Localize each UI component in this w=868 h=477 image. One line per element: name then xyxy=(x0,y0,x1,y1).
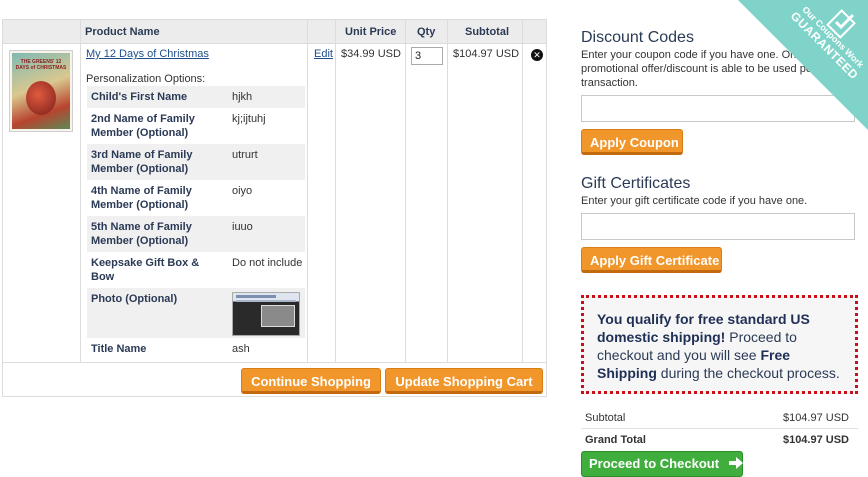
option-row: Keepsake Gift Box & Bow Do not include xyxy=(87,252,305,288)
option-label: 2nd Name of Family Member (Optional) xyxy=(91,113,195,139)
option-row: 4th Name of Family Member (Optional) oiy… xyxy=(87,180,305,216)
column-divider xyxy=(522,20,523,362)
grand-total-label: Grand Total xyxy=(585,434,646,446)
proceed-to-checkout-button[interactable]: Proceed to Checkout xyxy=(581,451,743,477)
product-title-link[interactable]: My 12 Days of Christmas xyxy=(86,48,209,60)
cart-header-row: Product Name Unit Price Qty Subtotal xyxy=(3,20,546,44)
option-label: 5th Name of Family Member (Optional) xyxy=(91,221,192,247)
book-cover-title: THE GREENS' 12 DAYS of CHRISTMAS xyxy=(15,59,67,71)
table-footer-divider xyxy=(3,362,546,363)
option-label: 3rd Name of Family Member (Optional) xyxy=(91,149,193,175)
personalization-label: Personalization Options: xyxy=(86,73,206,85)
option-row: 3rd Name of Family Member (Optional) utr… xyxy=(87,144,305,180)
gift-certificate-heading: Gift Certificates xyxy=(581,175,691,192)
photo-detail xyxy=(261,305,295,327)
coupons-guaranteed-badge: Our Coupons Work GUARANTEED xyxy=(738,0,868,130)
option-value: oiyo xyxy=(232,185,253,197)
free-shipping-text: during the checkout process. xyxy=(656,365,840,381)
book-cover-image: THE GREENS' 12 DAYS of CHRISTMAS xyxy=(12,53,70,129)
arrow-right-icon xyxy=(728,453,743,477)
option-value: hjkh xyxy=(232,91,253,103)
header-product-name: Product Name xyxy=(85,26,160,38)
option-value: iuuo xyxy=(232,221,253,233)
option-row: Photo (Optional) xyxy=(87,288,305,338)
photo-detail xyxy=(236,300,296,302)
edit-item-link[interactable]: Edit xyxy=(314,48,333,60)
option-label: Title Name xyxy=(91,343,147,355)
photo-detail xyxy=(236,295,276,298)
apply-gift-certificate-button[interactable]: Apply Gift Certificate xyxy=(581,247,722,273)
header-qty: Qty xyxy=(417,26,436,38)
gift-certificate-input[interactable] xyxy=(581,213,855,240)
header-subtotal: Subtotal xyxy=(465,26,509,38)
uploaded-photo-thumbnail xyxy=(232,292,300,336)
ornament-graphic xyxy=(26,81,56,115)
column-divider xyxy=(447,20,448,362)
option-label: Photo (Optional) xyxy=(91,293,178,305)
summary-subtotal-label: Subtotal xyxy=(585,412,626,424)
unit-price-value: $34.99 USD xyxy=(341,48,401,60)
subtotal-value: $104.97 USD xyxy=(453,48,520,60)
update-cart-button[interactable]: Update Shopping Cart xyxy=(385,368,543,394)
option-row: Child's First Name hjkh xyxy=(87,86,305,108)
option-label: 4th Name of Family Member (Optional) xyxy=(91,185,192,211)
column-divider xyxy=(80,20,81,362)
option-row: 2nd Name of Family Member (Optional) kj;… xyxy=(87,108,305,144)
option-label: Keepsake Gift Box & Bow xyxy=(91,257,200,283)
option-row: Title Name ash xyxy=(87,338,305,360)
discount-heading: Discount Codes xyxy=(581,29,694,46)
product-thumbnail[interactable]: THE GREENS' 12 DAYS of CHRISTMAS xyxy=(9,50,73,132)
option-value: ash xyxy=(232,343,250,355)
option-value: kj;ijtuhj xyxy=(232,113,266,125)
apply-coupon-button[interactable]: Apply Coupon xyxy=(581,129,683,155)
free-shipping-notice: You qualify for free standard US domesti… xyxy=(581,295,858,394)
gift-certificate-description: Enter your gift certificate code if you … xyxy=(581,195,808,207)
option-row: 5th Name of Family Member (Optional) iuu… xyxy=(87,216,305,252)
column-divider xyxy=(307,20,308,362)
column-divider xyxy=(405,20,406,362)
header-unit-price: Unit Price xyxy=(345,26,397,38)
summary-divider xyxy=(581,428,858,429)
checkmark-icon xyxy=(826,9,856,39)
remove-item-icon[interactable]: ✕ xyxy=(531,49,543,61)
column-divider xyxy=(335,20,336,362)
grand-total-value: $104.97 USD xyxy=(782,434,849,446)
cart-table: Product Name Unit Price Qty Subtotal THE… xyxy=(2,19,547,397)
checkout-button-label: Proceed to Checkout xyxy=(589,456,720,471)
option-value: Do not include xyxy=(232,257,303,269)
summary-subtotal-value: $104.97 USD xyxy=(782,412,849,424)
option-label: Child's First Name xyxy=(91,91,188,103)
option-value: utrurt xyxy=(232,149,258,161)
continue-shopping-button[interactable]: Continue Shopping xyxy=(241,368,381,394)
quantity-input[interactable] xyxy=(411,47,443,65)
